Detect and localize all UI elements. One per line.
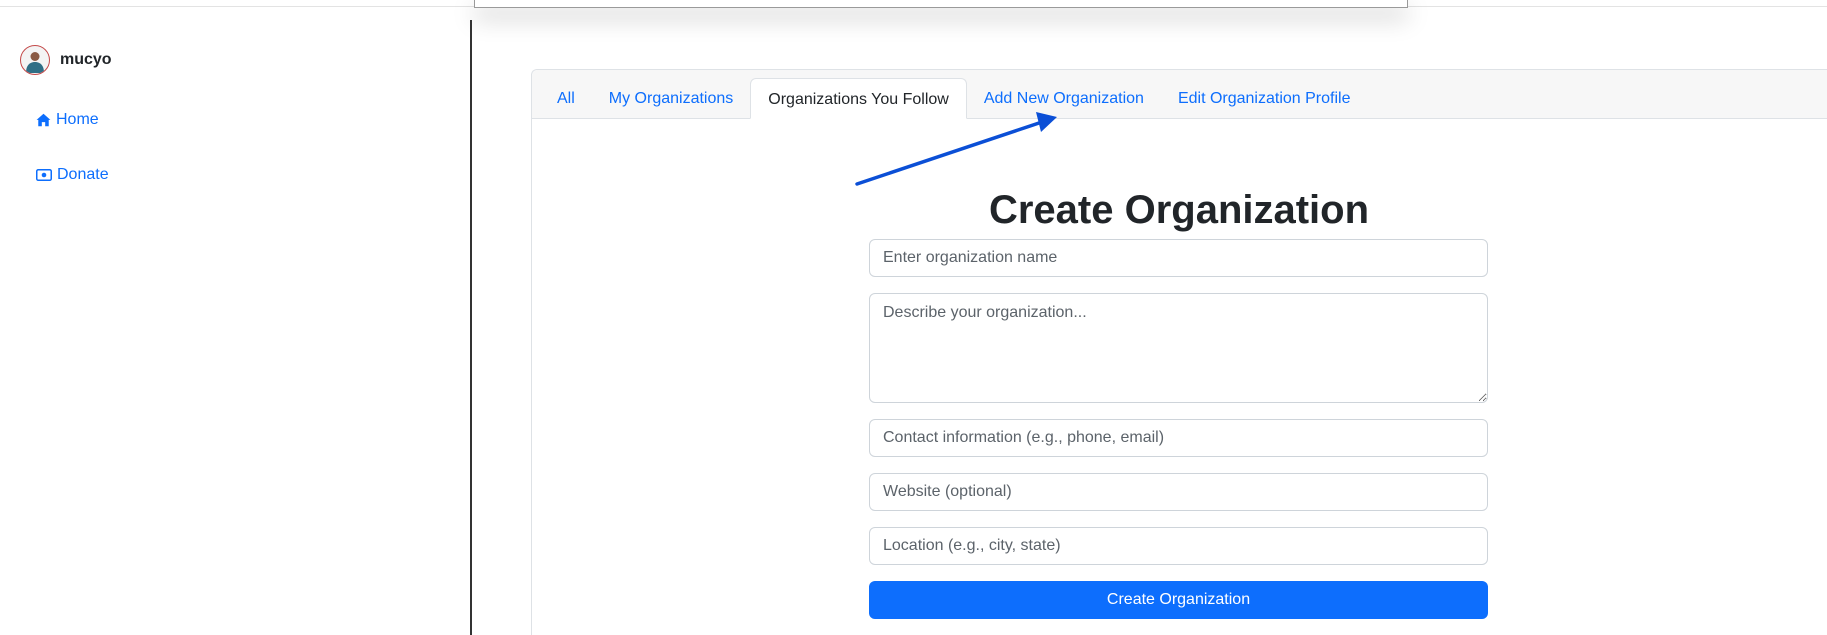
website-input[interactable] (869, 473, 1488, 511)
organization-description-textarea[interactable] (869, 293, 1488, 403)
tab-all[interactable]: All (540, 78, 592, 119)
tab-bar: All My Organizations Organizations You F… (540, 78, 1367, 119)
card-header: All My Organizations Organizations You F… (532, 70, 1827, 119)
home-icon (36, 113, 51, 127)
page: mucyo Home Donate All My Organizations O… (0, 0, 1827, 635)
tab-my-organizations[interactable]: My Organizations (592, 78, 751, 119)
contact-information-input[interactable] (869, 419, 1488, 457)
sidebar-item-home[interactable]: Home (36, 111, 99, 129)
dropdown-panel-edge (474, 0, 1408, 8)
avatar (20, 45, 50, 75)
location-input[interactable] (869, 527, 1488, 565)
user-profile[interactable]: mucyo (20, 45, 112, 75)
form-title: Create Organization (988, 188, 1370, 232)
tab-organizations-you-follow[interactable]: Organizations You Follow (750, 78, 967, 119)
sidebar-item-donate[interactable]: Donate (36, 166, 109, 184)
sidebar-item-label: Donate (57, 166, 109, 183)
sidebar: mucyo Home Donate (0, 20, 472, 635)
tab-edit-organization-profile[interactable]: Edit Organization Profile (1161, 78, 1368, 119)
tab-add-new-organization[interactable]: Add New Organization (967, 78, 1161, 119)
avatar-person-icon (26, 52, 44, 73)
create-organization-button[interactable]: Create Organization (869, 581, 1488, 619)
username: mucyo (60, 51, 112, 68)
cash-icon (36, 169, 52, 181)
sidebar-item-label: Home (56, 111, 99, 128)
organization-name-input[interactable] (869, 239, 1488, 277)
